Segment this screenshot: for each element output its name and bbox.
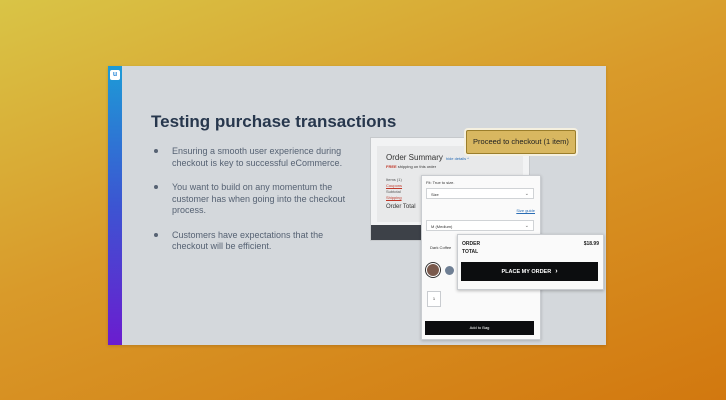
place-order-label: PLACE MY ORDER <box>501 269 552 275</box>
bullet-dot-icon <box>154 232 158 237</box>
bullet-dot-icon <box>154 185 158 189</box>
free-shipping-note: FREE shipping on this order <box>386 164 436 169</box>
order-summary-title: Order Summary hide details ^ <box>386 153 469 162</box>
bullet-text: You want to build on any momentum the cu… <box>172 182 346 215</box>
hide-details-link[interactable]: hide details ^ <box>446 156 469 161</box>
order-total-card: ORDER $18.99 TOTAL PLACE MY ORDER › <box>457 234 604 290</box>
free-label: FREE <box>386 164 397 169</box>
size-selected-value: M (Medium) <box>431 224 453 229</box>
coupons-link[interactable]: Coupons <box>386 183 402 188</box>
total-label: TOTAL <box>462 249 479 255</box>
subtotal-label: Subtotal <box>386 189 401 194</box>
bullet-item: You want to build on any momentum the cu… <box>151 182 351 217</box>
order-summary-title-text: Order Summary <box>386 153 443 162</box>
proceed-to-checkout-button[interactable]: Proceed to checkout (1 item) <box>466 130 576 154</box>
slide-title: Testing purchase transactions <box>151 112 397 131</box>
order-label: ORDER <box>462 241 481 247</box>
shipping-label: Shipping <box>386 195 402 200</box>
color-swatch[interactable] <box>445 266 454 275</box>
color-label: Dark Coffee <box>430 245 452 250</box>
size-select-value: Size <box>431 192 439 197</box>
size-guide-link[interactable]: Size guide <box>516 208 535 213</box>
bullet-text: Customers have expectations that the che… <box>172 229 324 252</box>
chevron-down-icon: ⌄ <box>524 191 529 197</box>
bullet-item: Ensuring a smooth user experience during… <box>151 146 351 169</box>
chevron-right-icon: › <box>555 268 558 275</box>
bullet-list: Ensuring a smooth user experience during… <box>151 146 351 266</box>
free-shipping-text: shipping on this order <box>396 164 437 169</box>
order-total-label: Order Total <box>386 204 416 210</box>
quantity-field[interactable]: 1 <box>427 291 441 307</box>
color-swatch-selected[interactable] <box>427 264 439 276</box>
accent-stripe: u <box>108 66 122 345</box>
chevron-down-icon: ⌄ <box>524 223 529 229</box>
fit-note: Fit: True to size. <box>426 180 455 185</box>
size-selected-select[interactable]: M (Medium) ⌄ <box>426 220 534 231</box>
presentation-slide: u Testing purchase transactions Ensuring… <box>108 66 606 345</box>
order-amount: $18.99 <box>583 241 599 247</box>
place-order-button[interactable]: PLACE MY ORDER › <box>461 262 598 281</box>
bullet-dot-icon <box>154 149 158 153</box>
brand-logo-icon: u <box>110 70 120 80</box>
bullet-text: Ensuring a smooth user experience during… <box>172 146 343 168</box>
bullet-item: Customers have expectations that the che… <box>151 230 351 253</box>
size-select[interactable]: Size ⌄ <box>426 188 534 199</box>
items-count: Items (1) <box>386 177 402 182</box>
add-to-bag-button[interactable]: Add to Bag <box>425 321 534 335</box>
